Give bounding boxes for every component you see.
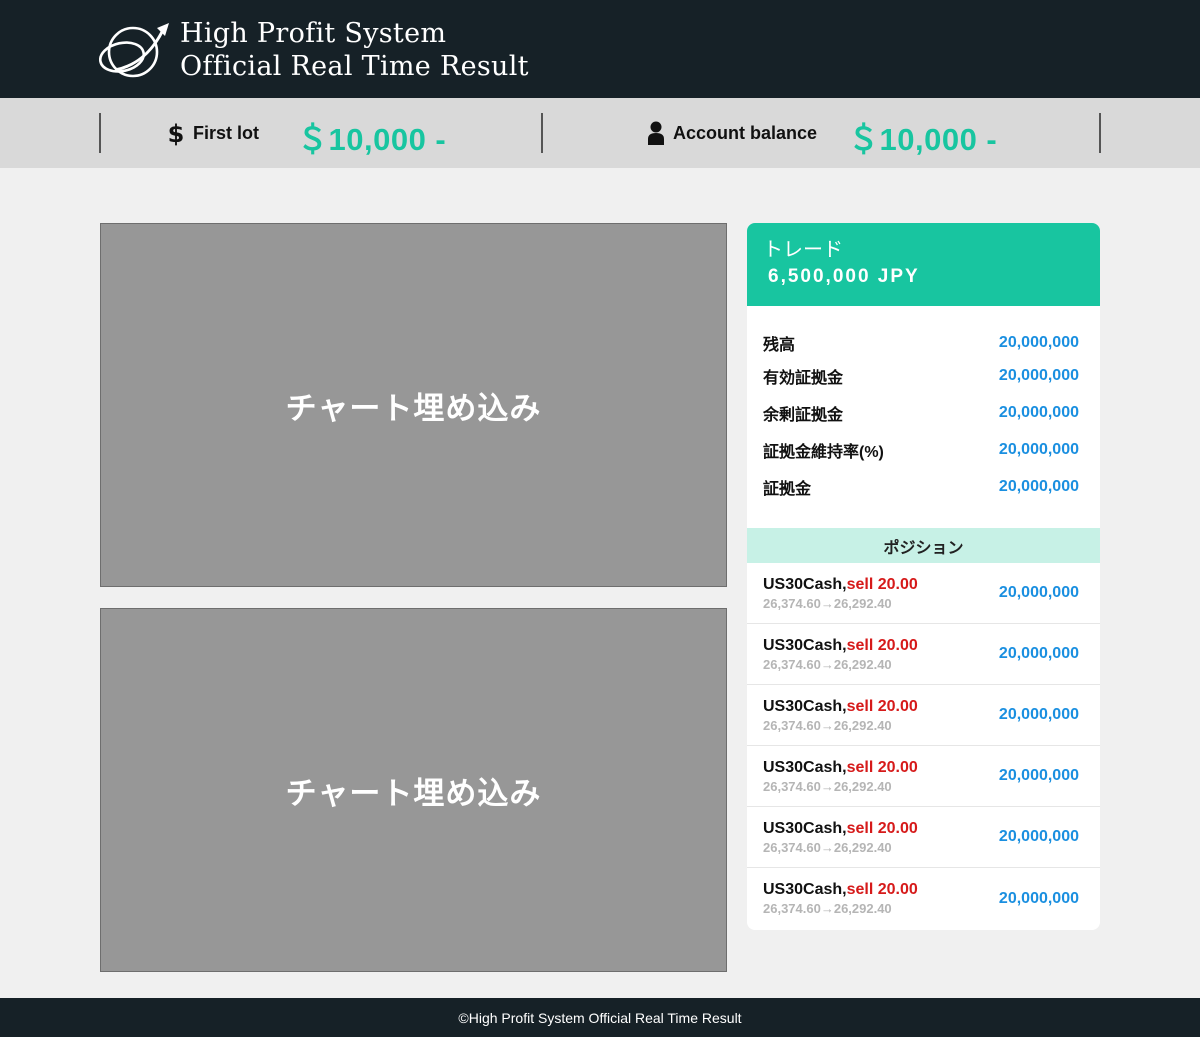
position-details: US30Cash,sell 20.00 26,374.60→26,292.40 bbox=[763, 759, 918, 794]
info-label: 残高 bbox=[763, 337, 796, 354]
position-details: US30Cash,sell 20.00 26,374.60→26,292.40 bbox=[763, 637, 918, 672]
info-row-equity: 有効証拠金 20,000,000 bbox=[763, 363, 1079, 389]
position-details: US30Cash,sell 20.00 26,374.60→26,292.40 bbox=[763, 881, 918, 916]
site-footer: ©High Profit System Official Real Time R… bbox=[0, 998, 1200, 1037]
chart-embed-2[interactable]: チャート埋め込み bbox=[100, 608, 727, 972]
account-balance-value: ＄10,000 - bbox=[848, 122, 998, 157]
info-value: 20,000,000 bbox=[998, 334, 1079, 351]
position-title: US30Cash,sell 20.00 bbox=[763, 576, 918, 594]
position-details: US30Cash,sell 20.00 26,374.60→26,292.40 bbox=[763, 576, 918, 611]
first-lot-label: $ First lot bbox=[167, 120, 259, 146]
positions-list: US30Cash,sell 20.00 26,374.60→26,292.40 … bbox=[747, 563, 1100, 929]
position-title: US30Cash,sell 20.00 bbox=[763, 759, 918, 777]
info-label: 余剰証拠金 bbox=[763, 407, 844, 424]
info-value: 20,000,000 bbox=[998, 478, 1079, 495]
position-price-range: 26,374.60→26,292.40 bbox=[763, 717, 892, 733]
position-side: sell 20.00 bbox=[846, 697, 918, 715]
divider bbox=[541, 113, 543, 153]
position-row[interactable]: US30Cash,sell 20.00 26,374.60→26,292.40 … bbox=[747, 563, 1100, 624]
first-lot-value: ＄10,000 - bbox=[297, 122, 447, 157]
chart-placeholder-label: チャート埋め込み bbox=[285, 390, 542, 426]
user-icon bbox=[648, 121, 664, 145]
info-row-balance: 残高 20,000,000 bbox=[763, 330, 1079, 356]
position-value: 20,000,000 bbox=[998, 767, 1079, 784]
site-header: High Profit System Official Real Time Re… bbox=[0, 0, 1200, 98]
position-price-range: 26,374.60→26,292.40 bbox=[763, 839, 892, 855]
svg-text:$: $ bbox=[168, 120, 185, 146]
trade-panel-header: トレード 6,500,000 JPY bbox=[747, 223, 1100, 306]
trade-title: トレード bbox=[763, 239, 843, 261]
position-side: sell 20.00 bbox=[846, 575, 918, 593]
position-side: sell 20.00 bbox=[846, 636, 918, 654]
position-row[interactable]: US30Cash,sell 20.00 26,374.60→26,292.40 … bbox=[747, 746, 1100, 807]
info-label: 証拠金 bbox=[763, 481, 812, 498]
chart-placeholder-label: チャート埋め込み bbox=[285, 775, 542, 811]
position-symbol: US30Cash, bbox=[763, 758, 847, 776]
info-row-margin: 証拠金 20,000,000 bbox=[763, 474, 1079, 500]
position-title: US30Cash,sell 20.00 bbox=[763, 881, 918, 899]
position-price-range: 26,374.60→26,292.40 bbox=[763, 656, 892, 672]
position-symbol: US30Cash, bbox=[763, 575, 847, 593]
account-balance-label: Account balance bbox=[647, 120, 817, 146]
position-symbol: US30Cash, bbox=[763, 636, 847, 654]
position-price-range: 26,374.60→26,292.40 bbox=[763, 595, 892, 611]
divider bbox=[1099, 113, 1101, 153]
position-details: US30Cash,sell 20.00 26,374.60→26,292.40 bbox=[763, 820, 918, 855]
position-symbol: US30Cash, bbox=[763, 697, 847, 715]
account-balance-text: Account balance bbox=[673, 122, 818, 143]
position-value: 20,000,000 bbox=[998, 584, 1079, 601]
position-side: sell 20.00 bbox=[846, 881, 918, 898]
info-label: 証拠金維持率(%) bbox=[763, 444, 884, 461]
position-row[interactable]: US30Cash,sell 20.00 26,374.60→26,292.40 … bbox=[747, 624, 1100, 685]
brand-line-2: Official Real Time Result bbox=[180, 51, 529, 82]
first-lot-text: First lot bbox=[193, 122, 259, 143]
position-value: 20,000,000 bbox=[998, 828, 1079, 845]
info-value: 20,000,000 bbox=[998, 404, 1079, 421]
position-title: US30Cash,sell 20.00 bbox=[763, 637, 918, 655]
trade-amount: 6,500,000 JPY bbox=[768, 266, 920, 287]
position-value: 20,000,000 bbox=[998, 889, 1079, 907]
positions-heading: ポジション bbox=[747, 528, 1100, 563]
footer-copyright: ©High Profit System Official Real Time R… bbox=[458, 1009, 742, 1026]
position-side: sell 20.00 bbox=[846, 819, 918, 837]
position-title: US30Cash,sell 20.00 bbox=[763, 820, 918, 838]
position-details: US30Cash,sell 20.00 26,374.60→26,292.40 bbox=[763, 698, 918, 733]
dollar-icon: $ bbox=[168, 120, 185, 146]
position-price-range: 26,374.60→26,292.40 bbox=[763, 778, 892, 794]
brand-title: High Profit System Official Real Time Re… bbox=[180, 17, 529, 83]
divider bbox=[99, 113, 101, 153]
chart-embed-1[interactable]: チャート埋め込み bbox=[100, 223, 727, 587]
info-row-margin-level: 証拠金維持率(%) 20,000,000 bbox=[763, 437, 1079, 463]
account-info-list: 残高 20,000,000 有効証拠金 20,000,000 余剰証拠金 20,… bbox=[747, 306, 1100, 528]
info-value: 20,000,000 bbox=[998, 441, 1079, 458]
info-label: 有効証拠金 bbox=[763, 370, 844, 387]
globe-arrow-logo-icon bbox=[99, 23, 169, 78]
position-row[interactable]: US30Cash,sell 20.00 26,374.60→26,292.40 … bbox=[747, 868, 1100, 929]
position-symbol: US30Cash, bbox=[763, 881, 847, 898]
brand-line-1: High Profit System bbox=[180, 18, 447, 49]
position-side: sell 20.00 bbox=[846, 758, 918, 776]
stats-bar: $ First lot ＄10,000 - Account balance ＄1… bbox=[0, 98, 1200, 168]
trade-panel: トレード 6,500,000 JPY 残高 20,000,000 有効証拠金 2… bbox=[747, 223, 1100, 930]
info-row-free-margin: 余剰証拠金 20,000,000 bbox=[763, 400, 1079, 426]
position-value: 20,000,000 bbox=[998, 706, 1079, 723]
position-price-range: 26,374.60→26,292.40 bbox=[763, 901, 892, 916]
info-value: 20,000,000 bbox=[998, 367, 1079, 384]
position-symbol: US30Cash, bbox=[763, 819, 847, 837]
position-value: 20,000,000 bbox=[998, 645, 1079, 662]
position-title: US30Cash,sell 20.00 bbox=[763, 698, 918, 716]
position-row[interactable]: US30Cash,sell 20.00 26,374.60→26,292.40 … bbox=[747, 685, 1100, 746]
position-row[interactable]: US30Cash,sell 20.00 26,374.60→26,292.40 … bbox=[747, 807, 1100, 868]
